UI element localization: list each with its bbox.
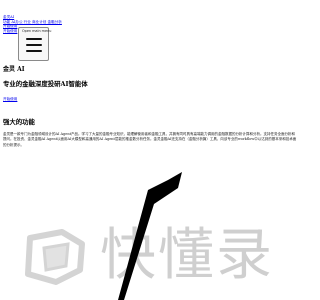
arrow-icon — [118, 172, 182, 300]
nav-link-start-secondary[interactable]: 开始使用 — [3, 29, 17, 34]
watermark-logo-icon — [25, 229, 85, 285]
menu-button-label: Open main menu — [22, 29, 52, 33]
features-heading: 强大的功能 — [3, 118, 35, 126]
app-title: 金灵 AI — [3, 66, 25, 73]
open-main-menu-button[interactable]: Open main menu — [18, 27, 52, 61]
app-subtitle: 专业的金融深度投研AI智能体 — [3, 80, 88, 88]
features-description: 金灵是一款专门为金融领域设计的AI Agent产品。学习了大量的金融专业知识，能… — [3, 132, 297, 147]
start-button[interactable]: 开始使用 — [3, 97, 17, 102]
top-nav: 金灵AI 功能 AI办公 行业 商业计划 金融分析 开始使用 开始使用 — [3, 3, 293, 33]
